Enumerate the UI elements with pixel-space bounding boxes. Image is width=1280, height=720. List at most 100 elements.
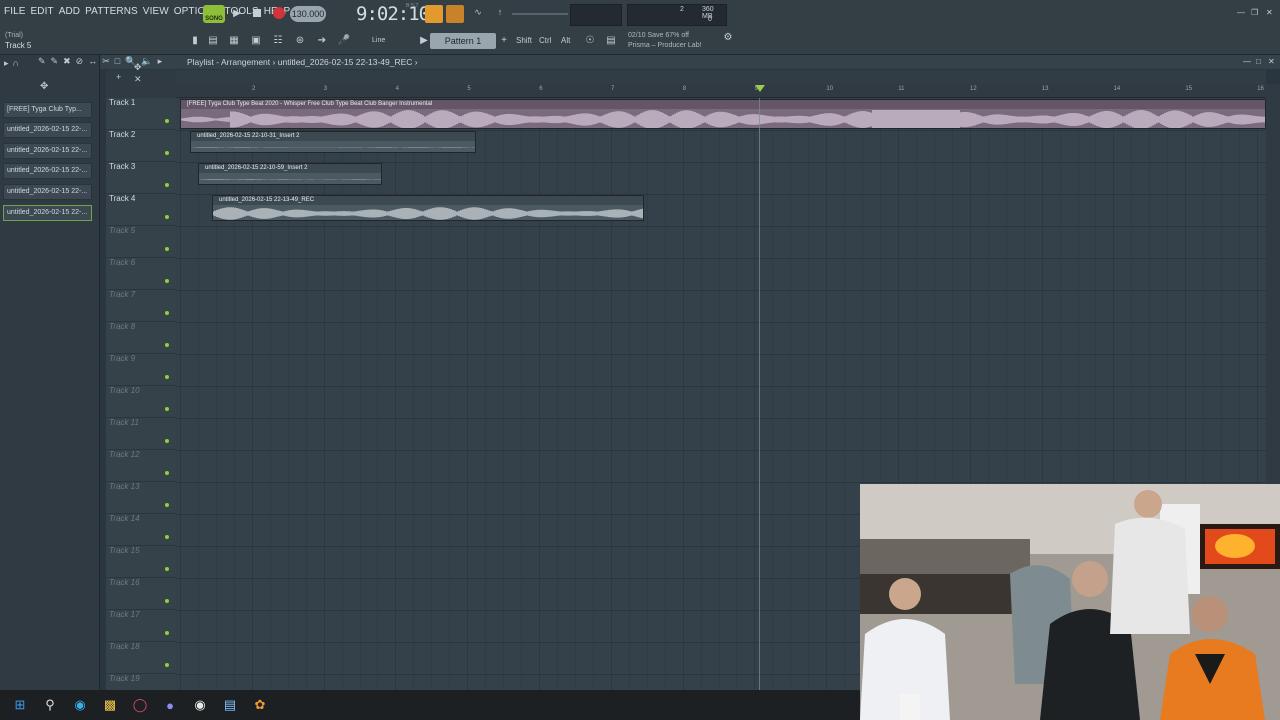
track-mute-led[interactable]: [165, 663, 169, 667]
magnet-icon[interactable]: ∩: [13, 58, 19, 69]
clip-source-item-selected[interactable]: untitled_2026-02-15 22-...: [3, 205, 92, 221]
add-track-icon[interactable]: +: [116, 72, 121, 82]
track-header[interactable]: Track 3: [106, 162, 176, 194]
snap-lock-icon[interactable]: ▮: [187, 33, 203, 49]
menu-add[interactable]: ADD: [59, 6, 80, 17]
snap-mode-select[interactable]: Line: [366, 33, 414, 49]
playlist-icon[interactable]: ▤: [205, 33, 221, 49]
typing-keyboard-icon[interactable]: ▤: [603, 33, 619, 49]
alt-key-button[interactable]: Alt: [561, 33, 570, 49]
mixer-icon[interactable]: ☷: [270, 33, 286, 49]
time-scrollbar[interactable]: [176, 70, 1266, 84]
track-mute-led[interactable]: [165, 535, 169, 539]
menu-file[interactable]: FILE: [4, 6, 26, 17]
track-mute-led[interactable]: [165, 183, 169, 187]
audio-clip[interactable]: untitled_2026-02-15 22-10-59_Insert 2: [198, 163, 382, 185]
mute-tool-icon[interactable]: ⊘: [76, 56, 84, 67]
track-header[interactable]: Track 4: [106, 194, 176, 226]
track-header[interactable]: Track 11: [106, 418, 176, 450]
close-icon[interactable]: ✕: [1266, 8, 1273, 17]
expand-icon[interactable]: ✥: [40, 81, 48, 92]
track-header[interactable]: Track 1: [106, 98, 176, 130]
fl-studio-icon[interactable]: ✿: [250, 695, 270, 715]
track-mute-led[interactable]: [165, 343, 169, 347]
piano-roll-icon[interactable]: ▦: [226, 33, 242, 49]
track-header[interactable]: Track 5: [106, 226, 176, 258]
song-mode-toggle[interactable]: SONG: [203, 5, 225, 23]
restore-icon[interactable]: ❐: [1251, 8, 1258, 17]
discord-icon[interactable]: ●: [160, 695, 180, 715]
track-mute-led[interactable]: [165, 567, 169, 571]
track-mute-led[interactable]: [165, 503, 169, 507]
track-mute-led[interactable]: [165, 279, 169, 283]
playlist-maximize-icon[interactable]: □: [1256, 57, 1261, 66]
collapse-icon[interactable]: ✕: [134, 74, 142, 85]
minimize-icon[interactable]: —: [1237, 8, 1245, 17]
track-header[interactable]: Track 15: [106, 546, 176, 578]
track-header[interactable]: Track 16: [106, 578, 176, 610]
clip-source-item[interactable]: untitled_2026-02-15 22-...: [3, 122, 92, 138]
shift-key-button[interactable]: Shift: [516, 33, 532, 49]
track-mute-led[interactable]: [165, 471, 169, 475]
ctrl-key-button[interactable]: Ctrl: [539, 33, 551, 49]
browser-icon[interactable]: ◉: [70, 695, 90, 715]
pattern-song-button[interactable]: [425, 5, 443, 23]
track-mute-led[interactable]: [165, 599, 169, 603]
chrome-icon[interactable]: ◉: [190, 695, 210, 715]
wait-input-icon[interactable]: ∿: [470, 7, 486, 21]
online-icon[interactable]: ⚙: [720, 30, 736, 46]
slice-tool-icon[interactable]: ✂: [102, 56, 110, 67]
stop-button[interactable]: [250, 6, 264, 20]
microphone-icon[interactable]: 🎤: [336, 33, 352, 49]
track-mute-led[interactable]: [165, 311, 169, 315]
notepad-icon[interactable]: ▤: [220, 695, 240, 715]
track-header[interactable]: Track 12: [106, 450, 176, 482]
track-mute-led[interactable]: [165, 151, 169, 155]
clip-source-item[interactable]: [FREE] Tyga Club Typ...: [3, 102, 92, 118]
track-mute-led[interactable]: [165, 439, 169, 443]
paint-tool-icon[interactable]: ✎: [51, 56, 59, 67]
menu-edit[interactable]: EDIT: [31, 6, 54, 17]
playback-tool-icon[interactable]: 🔈: [141, 56, 152, 67]
delete-tool-icon[interactable]: ✖: [63, 56, 71, 67]
track-header[interactable]: Track 18: [106, 642, 176, 674]
channel-rack-icon[interactable]: ▣: [248, 33, 264, 49]
track-header[interactable]: Track 9: [106, 354, 176, 386]
clip-source-item[interactable]: untitled_2026-02-15 22-...: [3, 163, 92, 179]
track-header[interactable]: Track 7: [106, 290, 176, 322]
playlist-minimize-icon[interactable]: —: [1243, 57, 1251, 66]
tempo-display[interactable]: 130.000: [290, 6, 326, 22]
zoom-h-icon[interactable]: ✥: [134, 62, 142, 73]
track-mute-led[interactable]: [165, 215, 169, 219]
menu-patterns[interactable]: PATTERNS: [85, 6, 138, 17]
track-header[interactable]: Track 2: [106, 130, 176, 162]
arrow-right-icon[interactable]: ▸: [4, 58, 9, 69]
file-explorer-icon[interactable]: ▩: [100, 695, 120, 715]
menu-view[interactable]: VIEW: [143, 6, 169, 17]
track-header[interactable]: Track 17: [106, 610, 176, 642]
pattern-selector[interactable]: Pattern 1: [430, 33, 496, 49]
pattern-add-icon[interactable]: +: [496, 33, 512, 49]
playlist-breadcrumb[interactable]: untitled_2026-02-15 22-13-49_REC: [278, 57, 413, 67]
slip-tool-icon[interactable]: ↔: [88, 56, 97, 67]
track-header[interactable]: Track 14: [106, 514, 176, 546]
select-tool-icon[interactable]: □: [115, 56, 120, 67]
countdown-icon[interactable]: ↑: [492, 7, 508, 21]
timeline-ruler[interactable]: 2 3 4 5 6 7 8 9 10 11 12 13 14 15 16: [176, 84, 1266, 98]
track-header[interactable]: Track 10: [106, 386, 176, 418]
record-button[interactable]: [272, 6, 286, 20]
master-pitch-slider[interactable]: [512, 13, 568, 15]
playlist-close-icon[interactable]: ✕: [1268, 57, 1275, 66]
track-mute-led[interactable]: [165, 631, 169, 635]
metronome-button[interactable]: [446, 5, 464, 23]
playhead-line[interactable]: [759, 98, 760, 690]
track-mute-led[interactable]: [165, 247, 169, 251]
track-header[interactable]: Track 6: [106, 258, 176, 290]
track-mute-led[interactable]: [165, 407, 169, 411]
audio-clip[interactable]: untitled_2026-02-15 22-10-31_Insert 2: [190, 131, 476, 153]
play-button[interactable]: ▶: [230, 6, 244, 20]
touch-icon[interactable]: ☉: [582, 33, 598, 49]
track-header[interactable]: Track 13: [106, 482, 176, 514]
arrow-icon[interactable]: ➔: [314, 33, 330, 49]
audio-clip[interactable]: [FREE] Tyga Club Type Beat 2020 - Whispe…: [180, 99, 1266, 129]
